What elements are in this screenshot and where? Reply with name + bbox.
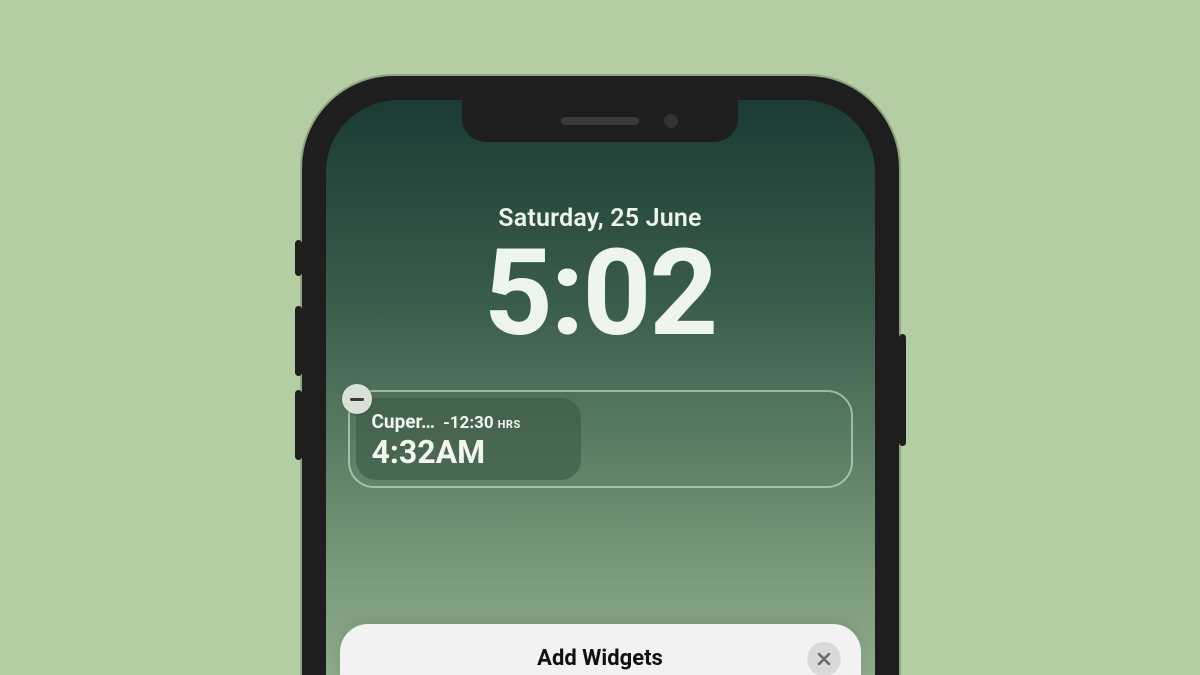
volume-up-button[interactable] [295, 306, 302, 376]
widget-slot[interactable]: Cuper… -12:30 HRS 4:32AM [348, 390, 853, 488]
widget-city-label: Cuper… [372, 412, 436, 431]
add-widgets-sheet[interactable]: Add Widgets [340, 624, 861, 675]
widget-offset-value: -12:30 [443, 415, 494, 432]
world-clock-widget[interactable]: Cuper… -12:30 HRS 4:32AM [356, 398, 581, 480]
lockscreen-clock[interactable]: 5:02 [326, 224, 875, 364]
speaker-grille [561, 117, 639, 125]
minus-icon [350, 398, 364, 401]
close-sheet-button[interactable] [807, 642, 841, 675]
volume-down-button[interactable] [295, 390, 302, 460]
close-icon [817, 652, 831, 666]
mute-switch[interactable] [295, 240, 302, 276]
front-camera [664, 114, 678, 128]
remove-widget-button[interactable] [342, 384, 372, 414]
widget-time: 4:32AM [372, 436, 565, 468]
widget-offset-unit: HRS [498, 419, 521, 430]
widget-header: Cuper… -12:30 HRS [372, 412, 565, 432]
phone-screen: Saturday, 25 June 5:02 Cuper… -12:30 HRS… [326, 100, 875, 675]
power-button[interactable] [899, 334, 906, 446]
sheet-title: Add Widgets [537, 646, 663, 671]
notch [462, 100, 738, 142]
phone-frame: Saturday, 25 June 5:02 Cuper… -12:30 HRS… [302, 76, 899, 675]
